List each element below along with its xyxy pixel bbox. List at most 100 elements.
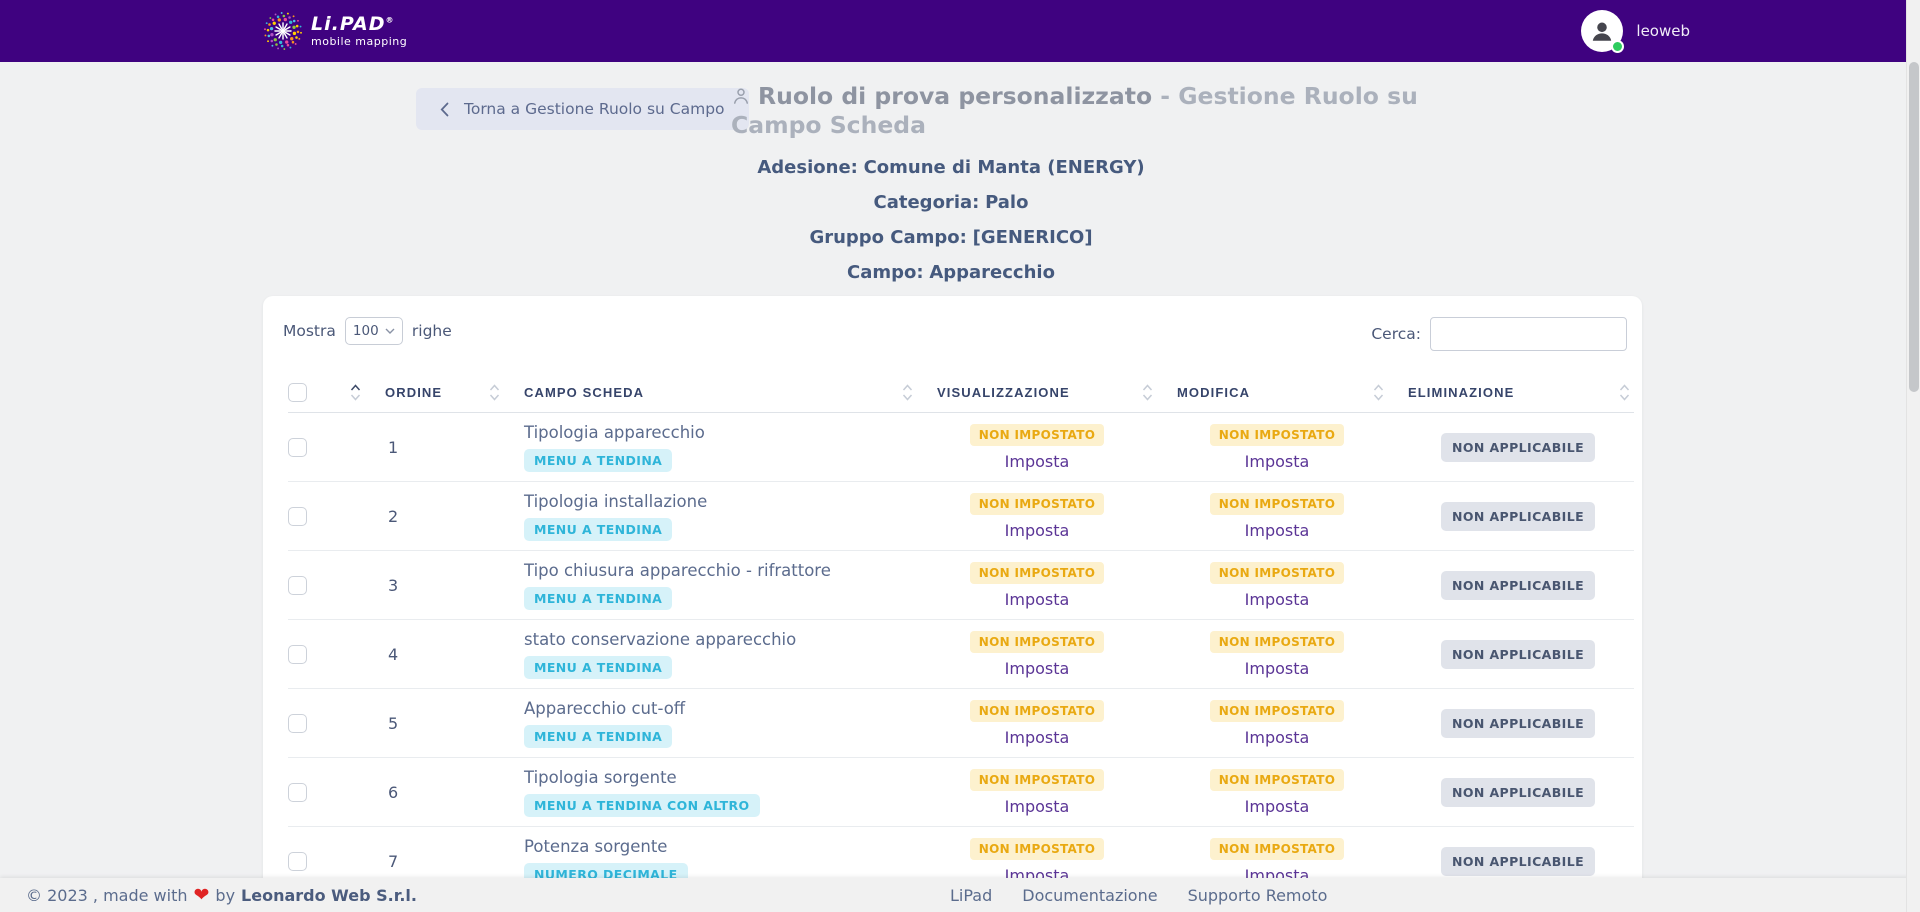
visualizzazione-imposta-link[interactable]: Imposta [1005, 797, 1070, 816]
sort-control[interactable] [1142, 384, 1153, 401]
visualizzazione-cell: NON IMPOSTATO Imposta [937, 620, 1177, 688]
eliminazione-cell: NON APPLICABILE [1408, 689, 1634, 757]
header-ordine[interactable]: ORDINE [385, 372, 524, 412]
search-label: Cerca: [1371, 325, 1421, 343]
campo-scheda-cell: Tipo chiusura apparecchio - rifrattore M… [524, 551, 937, 619]
scrollbar-track[interactable] [1906, 0, 1920, 912]
row-checkbox[interactable] [288, 507, 307, 526]
visualizzazione-cell: NON IMPOSTATO Imposta [937, 551, 1177, 619]
role-person-icon [731, 86, 751, 106]
modifica-status-badge: NON IMPOSTATO [1210, 424, 1344, 446]
visualizzazione-imposta-link[interactable]: Imposta [1005, 590, 1070, 609]
modifica-status-badge: NON IMPOSTATO [1210, 700, 1344, 722]
logo-title: Li.PAD® [311, 15, 407, 34]
modifica-imposta-link[interactable]: Imposta [1245, 452, 1310, 471]
search-input[interactable] [1430, 317, 1627, 351]
sort-control[interactable] [902, 384, 913, 401]
user-menu[interactable]: leoweb [1581, 10, 1690, 52]
back-button[interactable]: Torna a Gestione Ruolo su Campo [416, 88, 749, 130]
row-checkbox[interactable] [288, 645, 307, 664]
visualizzazione-imposta-link[interactable]: Imposta [1005, 521, 1070, 540]
field-type-badge: MENU A TENDINA CON ALTRO [524, 794, 760, 817]
header-eliminazione[interactable]: ELIMINAZIONE [1408, 372, 1634, 412]
visualizzazione-cell: NON IMPOSTATO Imposta [937, 758, 1177, 826]
modifica-imposta-link[interactable]: Imposta [1245, 659, 1310, 678]
sort-control[interactable] [1373, 384, 1384, 401]
page-length-control: Mostra 100 righe [283, 317, 452, 345]
eliminazione-cell: NON APPLICABILE [1408, 482, 1634, 550]
sort-control[interactable] [350, 384, 361, 401]
ordine-cell: 5 [385, 689, 524, 757]
visualizzazione-imposta-link[interactable]: Imposta [1005, 728, 1070, 747]
lipad-starburst-icon [263, 11, 303, 51]
scrollbar-thumb[interactable] [1909, 62, 1919, 392]
header-modifica[interactable]: MODIFICA [1177, 372, 1408, 412]
ordine-cell: 4 [385, 620, 524, 688]
sort-control[interactable] [1619, 384, 1630, 401]
sort-descending-icon [904, 395, 912, 400]
modifica-imposta-link[interactable]: Imposta [1245, 521, 1310, 540]
row-checkbox[interactable] [288, 576, 307, 595]
field-type-badge: MENU A TENDINA [524, 518, 672, 541]
table-row: 6 Tipologia sorgente MENU A TENDINA CON … [288, 758, 1634, 827]
field-name: Tipologia installazione [524, 492, 707, 512]
footer-link-supporto-remoto[interactable]: Supporto Remoto [1188, 886, 1328, 905]
sort-ascending-icon [1621, 385, 1629, 390]
row-checkbox[interactable] [288, 438, 307, 457]
header-visualizzazione[interactable]: VISUALIZZAZIONE [937, 372, 1177, 412]
modifica-imposta-link[interactable]: Imposta [1245, 590, 1310, 609]
row-checkbox[interactable] [288, 852, 307, 871]
registered-mark: ® [386, 16, 395, 25]
eliminazione-status-badge: NON APPLICABILE [1441, 571, 1595, 600]
page-title: Ruolo di prova personalizzato - Gestione… [731, 82, 1421, 140]
sort-ascending-icon [491, 385, 499, 390]
back-button-label: Torna a Gestione Ruolo su Campo [464, 100, 725, 118]
modifica-cell: NON IMPOSTATO Imposta [1177, 482, 1408, 550]
select-all-checkbox[interactable] [288, 383, 307, 402]
header-campo-scheda[interactable]: CAMPO SCHEDA [524, 372, 937, 412]
eliminazione-status-badge: NON APPLICABILE [1441, 847, 1595, 876]
info-gruppo-campo: Gruppo Campo: [GENERICO] [251, 226, 1651, 250]
username-label: leoweb [1636, 22, 1690, 40]
field-name: Tipologia sorgente [524, 768, 677, 788]
page-size-select[interactable]: 100 [345, 317, 403, 345]
sort-control[interactable] [489, 384, 500, 401]
ordine-cell: 3 [385, 551, 524, 619]
modifica-status-badge: NON IMPOSTATO [1210, 838, 1344, 860]
search-control: Cerca: [1371, 317, 1627, 351]
lipad-logo[interactable]: Li.PAD® mobile mapping [263, 11, 407, 51]
info-campo: Campo: Apparecchio [251, 261, 1651, 285]
footer-link-documentazione[interactable]: Documentazione [1022, 886, 1157, 905]
context-info: Adesione: Comune di Manta (ENERGY) Categ… [251, 156, 1651, 296]
visualizzazione-cell: NON IMPOSTATO Imposta [937, 689, 1177, 757]
eliminazione-status-badge: NON APPLICABILE [1441, 778, 1595, 807]
modifica-imposta-link[interactable]: Imposta [1245, 797, 1310, 816]
row-checkbox[interactable] [288, 783, 307, 802]
visualizzazione-status-badge: NON IMPOSTATO [970, 424, 1104, 446]
visualizzazione-imposta-link[interactable]: Imposta [1005, 452, 1070, 471]
sort-ascending-icon [1375, 385, 1383, 390]
visualizzazione-cell: NON IMPOSTATO Imposta [937, 482, 1177, 550]
ordine-cell: 2 [385, 482, 524, 550]
eliminazione-cell: NON APPLICABILE [1408, 413, 1634, 481]
fields-table-card: Mostra 100 righe Cerca: ORDINE [263, 296, 1642, 912]
length-label-before: Mostra [283, 322, 336, 340]
field-type-badge: MENU A TENDINA [524, 725, 672, 748]
modifica-status-badge: NON IMPOSTATO [1210, 631, 1344, 653]
heart-icon: ❤ [193, 887, 209, 903]
table-header: ORDINE CAMPO SCHEDA VISUALIZZAZIONE MODI… [288, 372, 1634, 413]
info-categoria: Categoria: Palo [251, 191, 1651, 215]
footer-link-lipad[interactable]: LiPad [950, 886, 992, 905]
modifica-status-badge: NON IMPOSTATO [1210, 562, 1344, 584]
row-checkbox[interactable] [288, 714, 307, 733]
visualizzazione-imposta-link[interactable]: Imposta [1005, 659, 1070, 678]
length-label-after: righe [412, 322, 452, 340]
visualizzazione-status-badge: NON IMPOSTATO [970, 769, 1104, 791]
eliminazione-status-badge: NON APPLICABILE [1441, 640, 1595, 669]
footer-links: LiPad Documentazione Supporto Remoto [950, 886, 1327, 905]
visualizzazione-status-badge: NON IMPOSTATO [970, 631, 1104, 653]
campo-scheda-cell: Tipologia sorgente MENU A TENDINA CON AL… [524, 758, 937, 826]
user-avatar[interactable] [1581, 10, 1623, 52]
top-navbar: Li.PAD® mobile mapping leoweb [0, 0, 1920, 62]
modifica-imposta-link[interactable]: Imposta [1245, 728, 1310, 747]
